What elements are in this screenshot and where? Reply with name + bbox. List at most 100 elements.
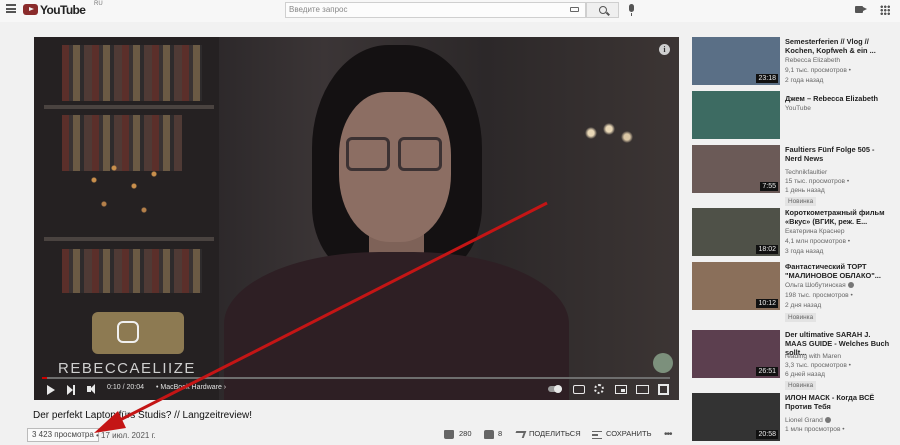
keyboard-icon[interactable] bbox=[570, 7, 579, 12]
save-icon[interactable] bbox=[592, 431, 602, 439]
glasses bbox=[346, 137, 444, 173]
recommendation-item[interactable]: 10:12 Фантастический ТОРТ "МАЛИНОВОЕ ОБЛ… bbox=[692, 262, 892, 322]
channel-name[interactable]: Lionel Grand bbox=[785, 417, 823, 424]
books-row bbox=[62, 249, 202, 293]
share-button[interactable]: ПОДЕЛИТЬСЯ bbox=[529, 429, 581, 438]
recommendation-channel[interactable]: Lionel Grand bbox=[785, 417, 831, 424]
view-count: 3 423 просмотра bbox=[27, 428, 99, 442]
books-row bbox=[62, 45, 202, 101]
recommendation-channel[interactable]: Ольга Шобутинская bbox=[785, 282, 854, 289]
new-badge: Новинка bbox=[785, 313, 817, 322]
duration-badge: 20:58 bbox=[756, 430, 778, 439]
instagram-logo-icon bbox=[92, 312, 184, 354]
youtube-logo-icon[interactable] bbox=[23, 4, 38, 15]
thumb-down-icon[interactable] bbox=[484, 430, 494, 439]
recommendation-channel[interactable]: reading with Maren bbox=[785, 353, 841, 360]
microphone-icon[interactable] bbox=[629, 4, 634, 16]
recommendation-age: 6 дней назад bbox=[785, 371, 825, 378]
recommendation-views: 15 тыс. просмотров • bbox=[785, 178, 850, 185]
recommendation-views: 3,3 тыс. просмотров • bbox=[785, 362, 851, 369]
recommendation-channel[interactable]: Rebecca Elizabeth bbox=[785, 57, 840, 64]
recommendation-item[interactable]: 23:18 Semesterferien // Vlog // Kochen, … bbox=[692, 37, 892, 89]
save-button[interactable]: СОХРАНИТЬ bbox=[606, 429, 652, 438]
thumb-up-icon[interactable] bbox=[444, 430, 454, 439]
autoplay-toggle[interactable] bbox=[548, 384, 562, 393]
duration-badge: 10:12 bbox=[756, 299, 778, 308]
recommendation-thumbnail[interactable]: 23:18 bbox=[692, 37, 780, 85]
next-icon[interactable] bbox=[67, 385, 75, 395]
recommendation-views: 1 млн просмотров • bbox=[785, 426, 845, 433]
recommendation-thumbnail[interactable]: 18:02 bbox=[692, 208, 780, 256]
more-actions-icon[interactable]: ••• bbox=[664, 429, 672, 440]
recommendation-age: 2 дня назад bbox=[785, 302, 822, 309]
recommendation-title[interactable]: Фантастический ТОРТ "МАЛИНОВОЕ ОБЛАКО"..… bbox=[785, 262, 890, 280]
share-icon[interactable] bbox=[513, 431, 527, 438]
recommendation-title[interactable]: ИЛОН МАСК - Когда ВСЁ Против Тебя bbox=[785, 393, 890, 411]
subtitles-icon[interactable] bbox=[573, 385, 585, 394]
progress-bar[interactable] bbox=[42, 377, 670, 379]
recommendation-item[interactable]: 26:51 Der ultimative SARAH J. MAAS GUIDE… bbox=[692, 330, 892, 390]
shelf-board bbox=[44, 237, 214, 241]
recommendation-thumbnail[interactable]: 26:51 bbox=[692, 330, 780, 378]
recommendation-thumbnail[interactable]: 10:12 bbox=[692, 262, 780, 310]
chapter-title[interactable]: • MacBook Hardware › bbox=[156, 384, 226, 391]
recommendation-item[interactable]: 18:02 Короткометражный фильм «Вкус» (ВГИ… bbox=[692, 208, 892, 260]
volume-icon[interactable] bbox=[87, 384, 95, 394]
video-player[interactable]: REBECCAELIIZE i 0:10 / 20:04 • MacBook H… bbox=[34, 37, 679, 400]
verified-icon bbox=[824, 417, 831, 424]
verified-icon bbox=[847, 282, 854, 289]
player-controls: 0:10 / 20:04 • MacBook Hardware › bbox=[34, 380, 679, 400]
fullscreen-icon[interactable] bbox=[658, 384, 669, 395]
duration-badge: 18:02 bbox=[756, 245, 778, 254]
recommendation-channel[interactable]: Technikfaultier bbox=[785, 169, 827, 176]
top-bar: YouTube RU Введите запрос bbox=[0, 0, 900, 22]
recommendation-item[interactable]: 7:55 Faultiers Fünf Folge 505 - Nerd New… bbox=[692, 145, 892, 206]
recommendation-thumbnail[interactable]: 20:58 bbox=[692, 393, 780, 441]
logo-region: RU bbox=[94, 1, 103, 7]
recommendation-views: 4,1 млн просмотров • bbox=[785, 238, 851, 245]
recommendation-title[interactable]: Джем – Rebecca Elizabeth bbox=[785, 94, 890, 103]
menu-icon[interactable] bbox=[6, 4, 16, 13]
info-icon[interactable]: i bbox=[659, 44, 670, 55]
duration-badge: 26:51 bbox=[756, 367, 778, 376]
channel-watermark: REBECCAELIIZE bbox=[58, 360, 196, 377]
recommendation-channel[interactable]: Екатерина Краснер bbox=[785, 228, 845, 235]
theater-mode-icon[interactable] bbox=[636, 385, 649, 394]
recommendation-item[interactable]: 20:58 ИЛОН МАСК - Когда ВСЁ Против Тебя … bbox=[692, 393, 892, 445]
upload-date: • 17 июл. 2021 г. bbox=[96, 431, 156, 440]
shelf-board bbox=[44, 105, 214, 109]
recommendation-title[interactable]: Semesterferien // Vlog // Kochen, Kopfwe… bbox=[785, 37, 890, 55]
progress-fill bbox=[42, 377, 48, 379]
recommendation-age: 3 года назад bbox=[785, 248, 824, 255]
recommendation-thumbnail[interactable]: 7:55 bbox=[692, 145, 780, 193]
recommendation-views: 198 тыс. просмотров • bbox=[785, 292, 853, 299]
lamp-glow bbox=[579, 117, 639, 157]
channel-name[interactable]: Ольга Шобутинская bbox=[785, 282, 846, 289]
recommendation-title[interactable]: Faultiers Fünf Folge 505 - Nerd News bbox=[785, 145, 890, 163]
create-video-icon[interactable] bbox=[855, 6, 867, 13]
recommendation-item[interactable]: Джем – Rebecca Elizabeth YouTube bbox=[692, 91, 892, 143]
fairy-lights bbox=[74, 162, 174, 222]
settings-icon[interactable] bbox=[594, 384, 604, 394]
video-title: Der perfekt Laptop fürs Studis? // Langz… bbox=[33, 410, 253, 421]
recommendation-channel[interactable]: YouTube bbox=[785, 105, 811, 112]
recommendation-age: 1 день назад bbox=[785, 187, 825, 194]
duration-badge: 7:55 bbox=[760, 182, 778, 191]
play-icon[interactable] bbox=[47, 385, 55, 395]
logo-text[interactable]: YouTube bbox=[40, 3, 86, 17]
channel-branding-icon[interactable] bbox=[653, 353, 673, 373]
miniplayer-icon[interactable] bbox=[615, 385, 627, 394]
new-badge: Новинка bbox=[785, 381, 817, 390]
duration-badge: 23:18 bbox=[756, 74, 778, 83]
like-count[interactable]: 280 bbox=[459, 429, 472, 438]
recommendation-views: 9,1 тыс. просмотров • bbox=[785, 67, 851, 74]
recommendation-thumbnail[interactable] bbox=[692, 91, 780, 139]
search-button[interactable] bbox=[586, 2, 619, 18]
new-badge: Новинка bbox=[785, 197, 817, 206]
search-placeholder: Введите запрос bbox=[289, 5, 348, 14]
recommendation-title[interactable]: Короткометражный фильм «Вкус» (ВГИК, реж… bbox=[785, 208, 890, 226]
time-display: 0:10 / 20:04 bbox=[107, 384, 144, 391]
apps-grid-icon[interactable] bbox=[880, 5, 890, 15]
dislike-count[interactable]: 8 bbox=[498, 429, 502, 438]
recommendation-age: 2 года назад bbox=[785, 77, 824, 84]
